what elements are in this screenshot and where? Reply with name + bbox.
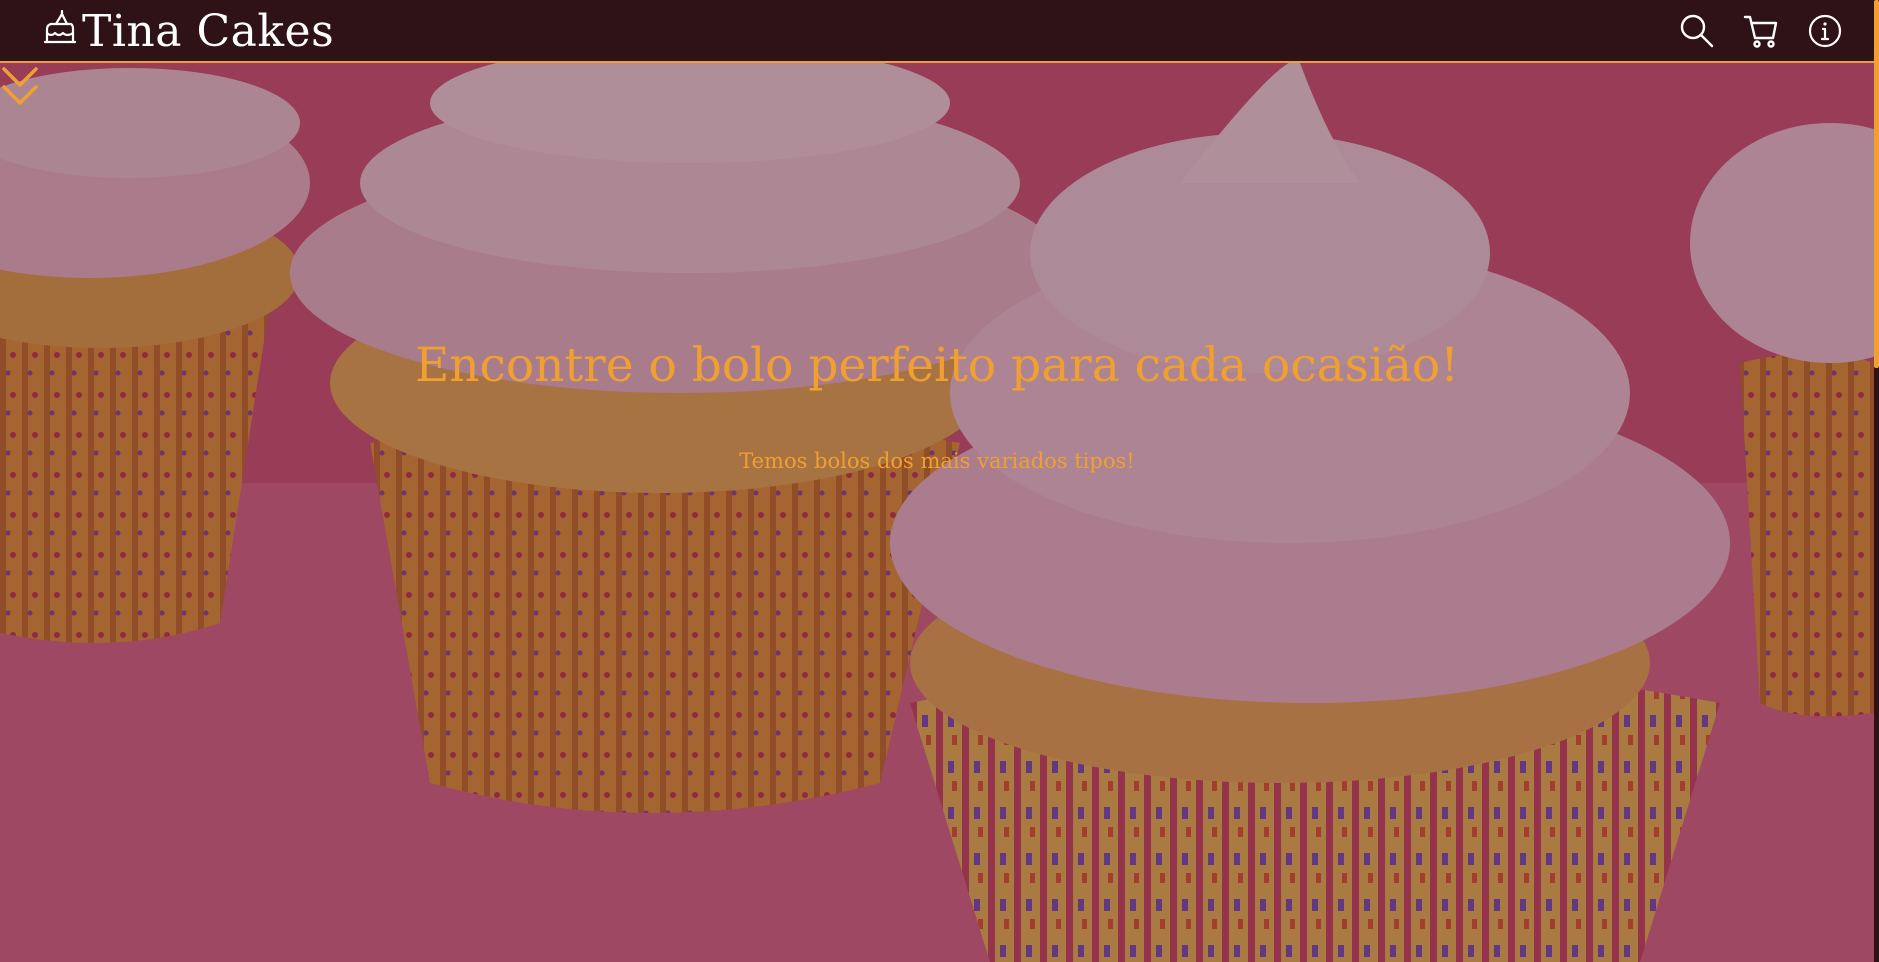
page-scrollbar[interactable] bbox=[1874, 0, 1879, 962]
brand-name: Tina Cakes bbox=[82, 5, 335, 57]
hero-headline: Encontre o bolo perfeito para cada ocasi… bbox=[414, 338, 1460, 393]
hero-subline: Temos bolos dos mais variados tipos! bbox=[739, 449, 1135, 473]
hero-section: Encontre o bolo perfeito para cada ocasi… bbox=[0, 63, 1874, 962]
search-icon[interactable] bbox=[1679, 13, 1715, 49]
hero-overlay bbox=[0, 63, 1874, 962]
info-icon[interactable] bbox=[1807, 13, 1843, 49]
double-chevron-down-icon[interactable] bbox=[0, 63, 40, 111]
brand-logo-link[interactable]: Tina Cakes bbox=[42, 5, 335, 57]
cart-icon[interactable] bbox=[1743, 13, 1779, 49]
scrollbar-thumb[interactable] bbox=[1874, 0, 1879, 368]
navbar: Tina Cakes bbox=[0, 0, 1879, 63]
cake-icon bbox=[43, 9, 77, 44]
